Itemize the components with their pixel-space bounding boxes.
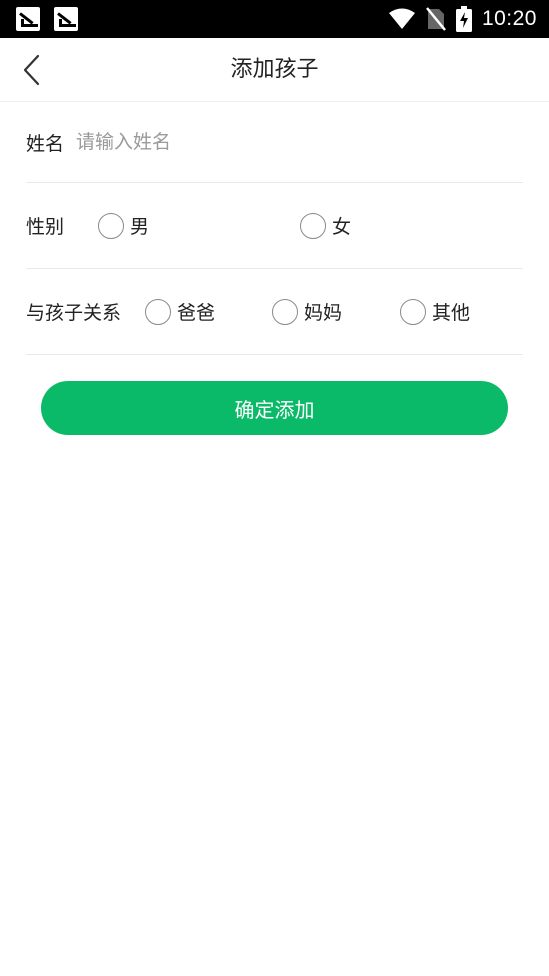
app-header: 添加孩子 <box>0 38 549 102</box>
status-bar: 10:20 <box>0 0 549 38</box>
clock: 10:20 <box>481 7 537 30</box>
relation-option-other[interactable]: 其他 <box>400 298 470 325</box>
name-input[interactable] <box>76 131 477 153</box>
gender-option-female[interactable]: 女 <box>300 212 351 239</box>
radio-button[interactable] <box>300 212 326 239</box>
name-row: 姓名 <box>26 102 523 183</box>
radio-label: 男 <box>130 216 150 238</box>
submit-button[interactable]: 确定添加 <box>41 381 508 435</box>
radio-button[interactable] <box>272 298 298 325</box>
radio-label: 女 <box>332 216 352 238</box>
radio-label: 妈妈 <box>304 302 343 324</box>
radio-label: 其他 <box>432 302 471 324</box>
radio-label: 爸爸 <box>177 302 216 324</box>
notification-icon <box>54 7 78 31</box>
name-label: 姓名 <box>26 132 65 155</box>
relation-option-mother[interactable]: 妈妈 <box>272 298 342 325</box>
no-sim-icon <box>425 7 446 31</box>
relation-label: 与孩子关系 <box>26 302 122 324</box>
gender-option-male[interactable]: 男 <box>98 212 149 239</box>
wifi-icon <box>388 8 415 29</box>
page-title: 添加孩子 <box>230 57 319 82</box>
gender-label: 性别 <box>26 216 65 238</box>
radio-button[interactable] <box>145 298 171 325</box>
notification-area <box>16 7 78 31</box>
relation-option-father[interactable]: 爸爸 <box>145 298 215 325</box>
relation-row: 与孩子关系 爸爸 妈妈 其他 <box>26 269 523 355</box>
gender-row: 性别 男 女 <box>26 183 523 269</box>
system-indicators: 10:20 <box>388 4 537 34</box>
radio-button[interactable] <box>400 298 426 325</box>
radio-button[interactable] <box>98 212 124 239</box>
notification-icon <box>16 7 40 31</box>
battery-charging-icon <box>455 6 472 32</box>
